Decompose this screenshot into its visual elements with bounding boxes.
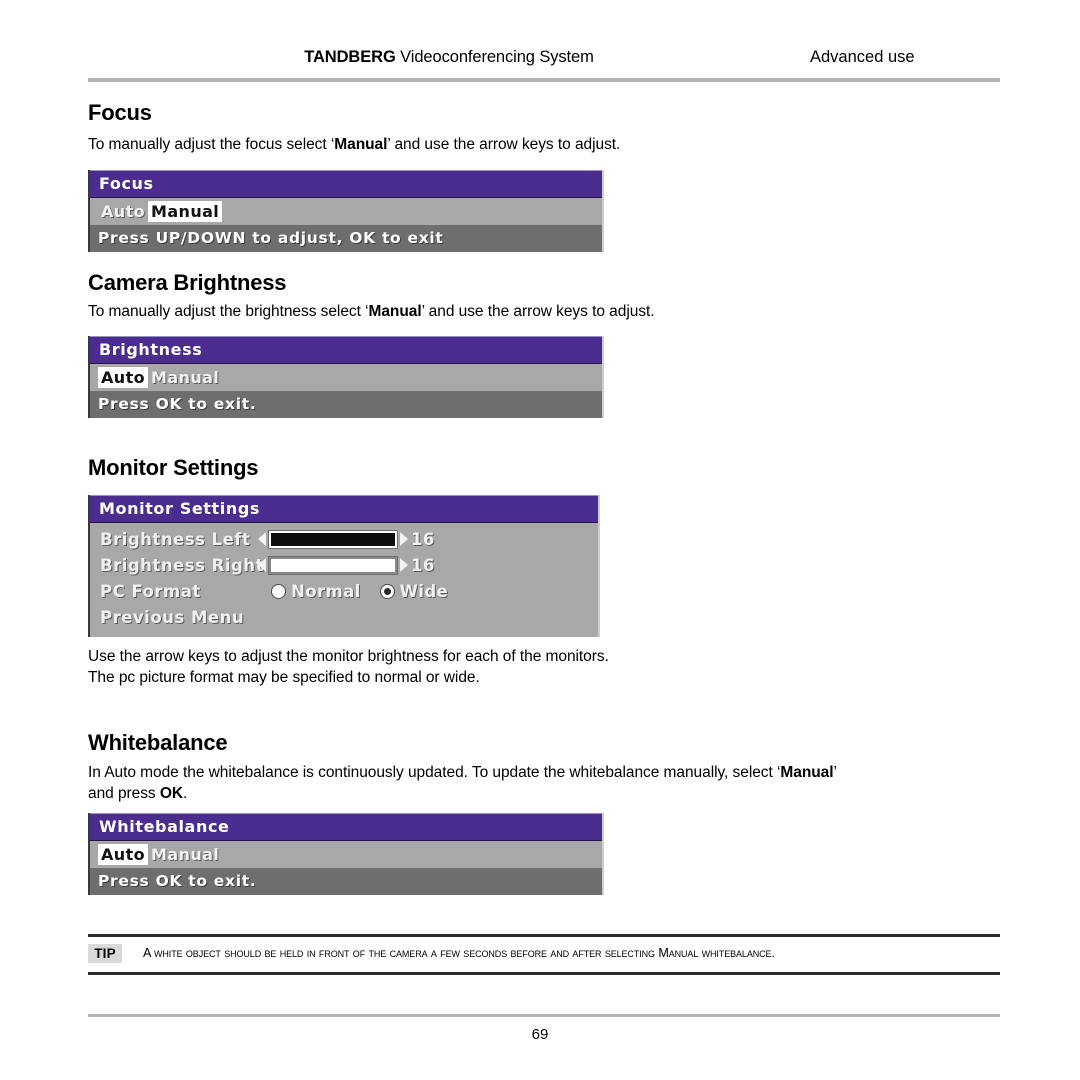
header-section-label: Advanced use [810,48,915,66]
body-camera-brightness-prefix: To manually adjust the brightness select… [88,303,369,320]
tv-menu-whitebalance[interactable]: Whitebalance Auto Manual Press OK to exit… [88,813,604,895]
body-whitebalance-line2-prefix: and press [88,785,160,802]
tv-menu-brightness[interactable]: Brightness Auto Manual Press OK to exit. [88,336,604,418]
tv-menu-whitebalance-footer: Press OK to exit. [90,868,602,895]
body-whitebalance-line2: and press OK. [88,783,968,804]
body-whitebalance-line2-suffix: . [183,785,188,802]
body-camera-brightness-suffix: ’ and use the arrow keys to adjust. [421,303,655,320]
tv-menu-focus[interactable]: Focus Auto Manual Press UP/DOWN to adjust… [88,170,604,252]
heading-monitor-settings: Monitor Settings [88,455,259,480]
body-monitor-settings: Use the arrow keys to adjust the monitor… [88,646,938,688]
heading-whitebalance: Whitebalance [88,730,228,755]
header-title-rest: Videoconferencing System [395,48,594,66]
row-brightness-right-label: Brightness Right [100,555,264,575]
tv-menu-focus-title: Focus [90,170,602,198]
tip-rule-bottom [88,972,1000,975]
arrow-left-icon[interactable] [258,532,266,546]
tv-menu-focus-options: Auto Manual [90,198,602,225]
header-rule [88,78,1000,82]
footer-rule [88,1014,1000,1017]
tv-menu-whitebalance-option-auto[interactable]: Auto [98,844,149,865]
page-header: TANDBERG Videoconferencing System Advanc… [88,48,1000,67]
header-title: TANDBERG Videoconferencing System [88,48,810,67]
body-whitebalance-prefix: In Auto mode the whitebalance is continu… [88,764,781,781]
row-previous-menu-label: Previous Menu [100,607,245,627]
tv-menu-monitor-settings[interactable]: Monitor Settings Brightness Left 16 Brig… [88,495,600,637]
header-brand: TANDBERG [304,48,396,66]
pc-format-option-normal[interactable]: Normal [272,582,361,601]
body-focus-bold: Manual [334,136,388,153]
tv-menu-monitor-settings-title: Monitor Settings [90,495,598,523]
row-brightness-right[interactable]: Brightness Right 16 [90,552,598,578]
tv-menu-focus-footer: Press UP/DOWN to adjust, OK to exit [90,225,602,252]
heading-camera-brightness: Camera Brightness [88,270,287,295]
page-number: 69 [531,1026,549,1043]
tv-menu-brightness-option-auto[interactable]: Auto [98,367,149,388]
body-monitor-settings-line1: Use the arrow keys to adjust the monitor… [88,648,609,665]
arrow-left-icon[interactable] [258,558,266,572]
tv-menu-brightness-title: Brightness [90,336,602,364]
tv-menu-brightness-option-manual[interactable]: Manual [148,367,222,388]
tv-menu-brightness-options: Auto Manual [90,364,602,391]
tv-menu-whitebalance-options: Auto Manual [90,841,602,868]
tip-badge: TIP [88,944,122,963]
body-whitebalance-mid: ’ [833,764,837,781]
row-previous-menu[interactable]: Previous Menu [90,604,598,630]
body-camera-brightness: To manually adjust the brightness select… [88,301,938,322]
row-brightness-left-label: Brightness Left [100,529,251,549]
radio-icon[interactable] [272,584,285,598]
body-whitebalance: In Auto mode the whitebalance is continu… [88,762,968,804]
tv-menu-brightness-footer: Press OK to exit. [90,391,602,418]
slider-brightness-right-value: 16 [411,555,435,575]
tv-menu-monitor-settings-rows: Brightness Left 16 Brightness Right 16 P… [90,523,598,637]
body-whitebalance-bold: Manual [780,764,834,781]
tv-menu-focus-option-auto[interactable]: Auto [98,201,148,222]
row-pc-format-label: PC Format [100,581,201,601]
tv-menu-whitebalance-option-manual[interactable]: Manual [148,844,222,865]
arrow-right-icon[interactable] [400,532,408,546]
body-monitor-settings-line2: The pc picture format may be specified t… [88,669,480,686]
tv-menu-focus-option-manual[interactable]: Manual [148,201,223,222]
tip-rule-top [88,934,1000,937]
tv-menu-whitebalance-title: Whitebalance [90,813,602,841]
pc-format-option-wide[interactable]: Wide [380,581,449,601]
pc-format-option-normal-label: Normal [291,581,361,601]
body-focus-prefix: To manually adjust the focus select ‘ [88,136,335,153]
radio-selected-icon[interactable] [380,584,394,598]
arrow-right-icon[interactable] [400,558,408,572]
body-whitebalance-line1: In Auto mode the whitebalance is continu… [88,762,968,783]
tip-text: A white object should be held in front o… [143,946,775,960]
body-camera-brightness-bold: Manual [368,303,422,320]
slider-brightness-left-value: 16 [411,529,435,549]
body-focus-suffix: ’ and use the arrow keys to adjust. [387,136,621,153]
heading-focus: Focus [88,100,152,125]
slider-brightness-right[interactable] [268,555,398,575]
row-brightness-left[interactable]: Brightness Left 16 [90,526,598,552]
row-pc-format[interactable]: PC Format Normal Wide [90,578,598,604]
document-page: TANDBERG Videoconferencing System Advanc… [0,0,1080,1080]
body-focus: To manually adjust the focus select ‘Man… [88,134,938,155]
body-whitebalance-line2-bold: OK [159,785,184,802]
pc-format-option-wide-label: Wide [399,581,449,601]
slider-brightness-left[interactable] [268,529,398,549]
